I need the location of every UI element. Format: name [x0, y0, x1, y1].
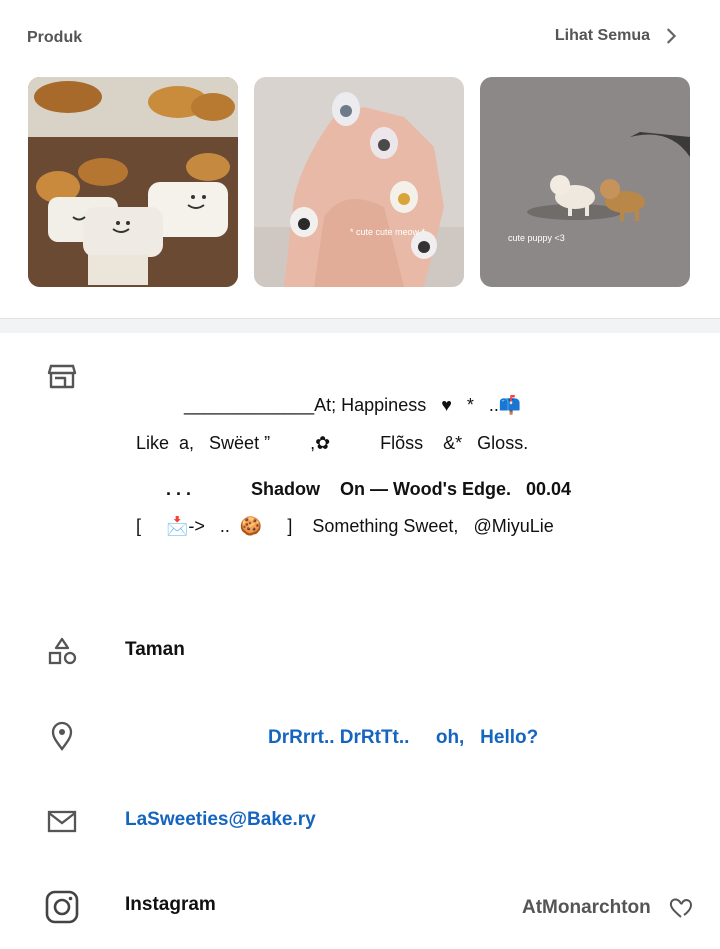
see-all-link[interactable]: Lihat Semua [555, 27, 680, 45]
location-link[interactable]: DrRrrt.. DrRtTt.. oh, Hello? [268, 727, 538, 749]
description-line-2: Like a, Swëet ” ,✿ Flõss &* Gloss. [136, 433, 529, 453]
heart-outline-icon [669, 898, 693, 918]
bakery-image [28, 77, 238, 287]
image-caption: cute puppy <3 [508, 233, 565, 243]
section-divider [0, 318, 720, 333]
product-thumbnail-nails[interactable]: * cute cute meow * [254, 77, 464, 287]
mail-icon [47, 810, 77, 833]
instagram-handle-link[interactable]: AtMonarchton [522, 897, 651, 919]
product-thumbnail-puppies[interactable]: cute puppy <3 [480, 77, 690, 287]
chevron-right-icon [667, 28, 677, 44]
nails-image [254, 77, 464, 287]
email-link[interactable]: LaSweeties@Bake.ry [125, 809, 316, 831]
location-pin-icon [51, 721, 73, 751]
section-title: Produk [27, 29, 83, 46]
see-all-label: Lihat Semua [554, 27, 650, 44]
category-label: Taman [125, 639, 185, 660]
store-icon [47, 364, 77, 389]
description-line-4: [ 📩-> .. 🍪 ] Something Sweet, @MiyuLie [136, 516, 554, 536]
product-thumbnail-bakery[interactable] [28, 77, 238, 287]
puppies-image [480, 77, 690, 287]
shapes-icon [48, 637, 77, 665]
description-line-1: _____________At; Happiness ♥ * ..📫 [184, 395, 522, 415]
image-caption: * cute cute meow * [350, 227, 426, 237]
instagram-label: Instagram [125, 894, 216, 915]
instagram-icon [45, 890, 79, 924]
description-line-3: . . . Shadow On — Wood's Edge. 00.04 [166, 479, 572, 499]
